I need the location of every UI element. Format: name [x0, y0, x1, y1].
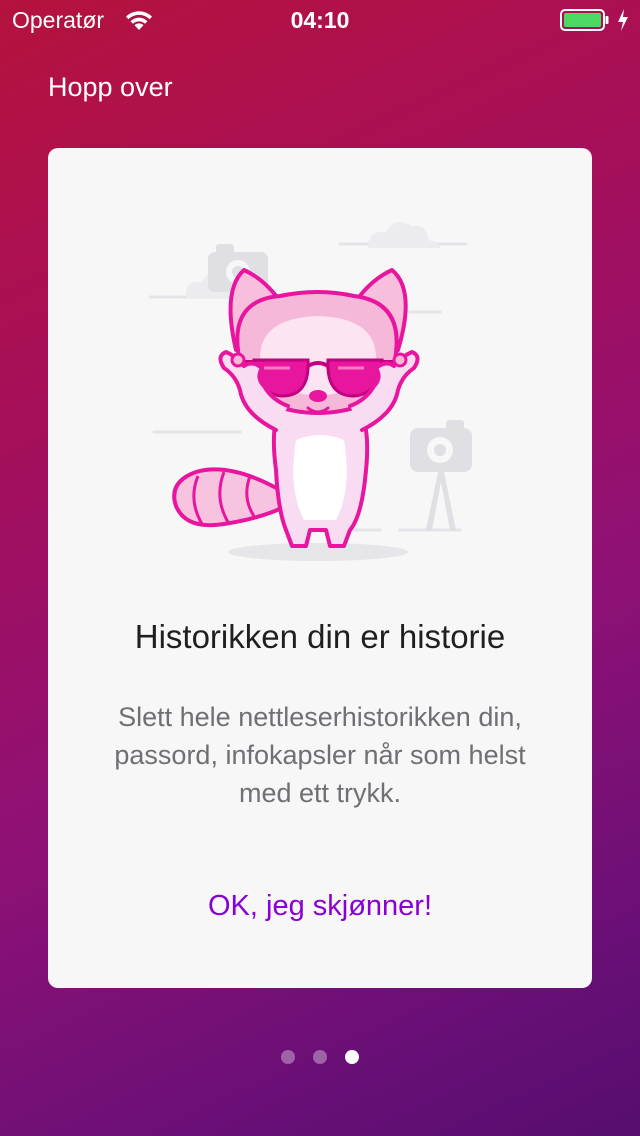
onboarding-card: Historikken din er historie Slett hele n…: [48, 148, 592, 988]
charging-bolt-icon: [618, 9, 628, 31]
status-time: 04:10: [290, 7, 350, 33]
status-bar: Operatør 04:10: [0, 0, 640, 40]
raccoon-sunglasses-illustration: [148, 222, 472, 561]
ok-got-it-button[interactable]: OK, jeg skjønner!: [48, 890, 592, 923]
onboarding-screen: Operatør 04:10 Hopp over Historikken din…: [0, 0, 640, 1136]
skip-button[interactable]: Hopp over: [48, 72, 173, 103]
card-description: Slett hele nettleserhistorikken din, pas…: [114, 702, 526, 808]
battery-icon: [560, 9, 609, 31]
page-dot[interactable]: [281, 1050, 295, 1064]
page-dot[interactable]: [313, 1050, 327, 1064]
card-title: Historikken din er historie: [134, 618, 506, 655]
page-indicator[interactable]: [0, 1050, 640, 1064]
page-dot-active[interactable]: [345, 1050, 359, 1064]
